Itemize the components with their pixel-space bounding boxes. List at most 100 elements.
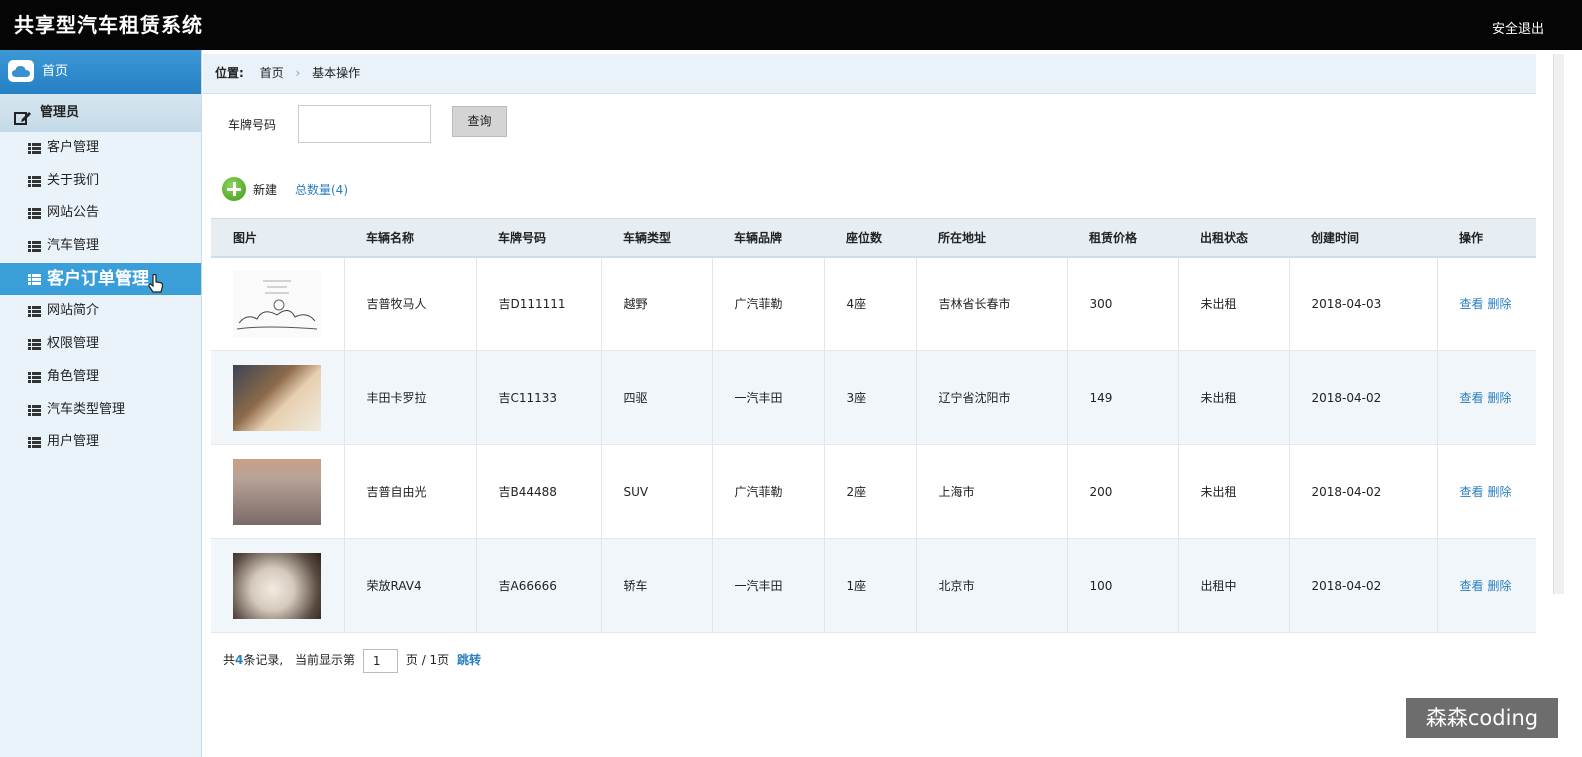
sidebar-item-car-types[interactable]: 汽车类型管理 — [0, 394, 201, 427]
breadcrumb-home[interactable]: 首页 — [260, 66, 284, 80]
page-number-input[interactable]: 1 — [362, 648, 398, 673]
sidebar-item-site-intro[interactable]: 网站简介 — [0, 295, 201, 328]
app-title: 共享型汽车租赁系统 — [14, 13, 203, 37]
view-link[interactable]: 查看 — [1460, 579, 1484, 593]
sidebar-home[interactable]: 首页 — [0, 50, 201, 94]
delete-link[interactable]: 删除 — [1488, 297, 1512, 311]
car-status: 出租中 — [1178, 538, 1290, 633]
pager-page-suffix: 页 / 1页 — [405, 653, 450, 667]
breadcrumb-label: 位置: — [215, 66, 244, 80]
list-icon — [28, 273, 41, 285]
column-header: 出租状态 — [1178, 218, 1289, 258]
car-photo — [233, 458, 321, 525]
cloud-icon — [8, 60, 34, 82]
sidebar-item-label: 用户管理 — [47, 434, 100, 450]
list-icon — [28, 241, 41, 253]
vertical-scrollbar[interactable] — [1553, 54, 1564, 594]
car-price: 200 — [1067, 444, 1179, 539]
car-status: 未出租 — [1178, 256, 1290, 351]
table-row: 吉普自由光 吉B44488 SUV 广汽菲勒 2座 上海市 200 未出租 20… — [211, 444, 1536, 539]
sidebar-item-users[interactable]: 用户管理 — [0, 426, 201, 459]
sidebar-item-notices[interactable]: 网站公告 — [0, 197, 201, 230]
table-header-row: 图片 车辆名称 车牌号码 车辆类型 车辆品牌 座位数 所在地址 租赁价格 出租状… — [211, 218, 1536, 258]
car-brand: 广汽菲勒 — [712, 256, 825, 351]
view-link[interactable]: 查看 — [1460, 297, 1484, 311]
list-icon — [28, 339, 41, 351]
table-row: 丰田卡罗拉 吉C11133 四驱 一汽丰田 3座 辽宁省沈阳市 149 未出租 … — [211, 350, 1536, 445]
column-header: 创建时间 — [1289, 218, 1437, 258]
search-button[interactable]: 查询 — [452, 106, 507, 137]
sidebar-item-orders[interactable]: 客户订单管理 — [0, 262, 201, 296]
sidebar-item-label: 客户订单管理 — [47, 268, 149, 289]
sidebar-item-roles[interactable]: 角色管理 — [0, 361, 201, 394]
car-seats: 2座 — [824, 444, 917, 539]
sidebar-item-permissions[interactable]: 权限管理 — [0, 328, 201, 361]
sidebar-item-label: 网站简介 — [47, 303, 100, 319]
main-content: 位置: 首页 › 基本操作 车牌号码 查询 新建 总数量(4) 图片 车辆名称 … — [203, 50, 1536, 757]
car-name: 荣放RAV4 — [344, 538, 477, 633]
sidebar-admin-header[interactable]: 管理员 — [0, 94, 201, 132]
sidebar-item-customers[interactable]: 客户管理 — [0, 132, 201, 165]
car-brand: 广汽菲勒 — [712, 444, 825, 539]
delete-link[interactable]: 删除 — [1488, 579, 1512, 593]
breadcrumb-separator-icon: › — [295, 66, 301, 80]
car-photo-cell — [211, 444, 345, 539]
car-address: 辽宁省沈阳市 — [916, 350, 1068, 445]
table-row: 吉普牧马人 吉D111111 越野 广汽菲勒 4座 吉林省长春市 300 未出租… — [211, 256, 1536, 351]
car-created: 2018-04-02 — [1289, 350, 1438, 445]
breadcrumb-current: 基本操作 — [312, 66, 361, 80]
logout-link[interactable]: 安全退出 — [1492, 18, 1544, 37]
car-status: 未出租 — [1178, 350, 1290, 445]
view-link[interactable]: 查看 — [1460, 391, 1484, 405]
row-actions: 查看 删除 — [1437, 256, 1536, 351]
list-icon — [28, 404, 41, 416]
sidebar-item-label: 汽车类型管理 — [47, 401, 126, 417]
plus-circle-icon — [222, 177, 246, 201]
list-icon — [28, 208, 41, 220]
car-photo — [233, 552, 321, 619]
car-plate: 吉D111111 — [476, 256, 602, 351]
list-icon — [28, 306, 41, 318]
car-photo-cell — [211, 256, 345, 351]
car-brand: 一汽丰田 — [712, 350, 825, 445]
sidebar-item-about[interactable]: 关于我们 — [0, 165, 201, 198]
sidebar-item-label: 网站公告 — [47, 205, 100, 221]
car-name: 吉普牧马人 — [344, 256, 477, 351]
car-price: 149 — [1067, 350, 1179, 445]
pager-current-prefix: 当前显示第 — [295, 653, 356, 667]
view-link[interactable]: 查看 — [1460, 485, 1484, 499]
car-price: 300 — [1067, 256, 1179, 351]
delete-link[interactable]: 删除 — [1488, 391, 1512, 405]
column-header: 租赁价格 — [1067, 218, 1178, 258]
car-photo-cell — [211, 350, 345, 445]
car-address: 北京市 — [916, 538, 1068, 633]
plate-search-input[interactable] — [298, 105, 431, 143]
car-type: 越野 — [601, 256, 713, 351]
car-photo-cell — [211, 538, 345, 633]
list-icon — [28, 175, 41, 187]
car-address: 上海市 — [916, 444, 1068, 539]
column-header: 图片 — [211, 218, 344, 258]
list-icon — [28, 371, 41, 383]
car-seats: 4座 — [824, 256, 917, 351]
car-brand: 一汽丰田 — [712, 538, 825, 633]
jump-link[interactable]: 跳转 — [457, 653, 481, 667]
car-photo — [233, 364, 321, 431]
plate-search-label: 车牌号码 — [228, 118, 277, 132]
car-name: 吉普自由光 — [344, 444, 477, 539]
sidebar-item-label: 客户管理 — [47, 140, 100, 155]
car-created: 2018-04-02 — [1289, 444, 1438, 539]
row-actions: 查看 删除 — [1437, 538, 1536, 633]
car-name: 丰田卡罗拉 — [344, 350, 477, 445]
car-status: 未出租 — [1178, 444, 1290, 539]
watermark-overlay: 森森coding — [1406, 698, 1558, 738]
new-button-label: 新建 — [253, 183, 278, 197]
total-count-link[interactable]: 总数量(4) — [295, 181, 348, 198]
sidebar-item-cars[interactable]: 汽车管理 — [0, 230, 201, 263]
top-bar: 共享型汽车租赁系统 安全退出 — [0, 0, 1582, 50]
breadcrumb: 位置: 首页 › 基本操作 — [203, 54, 1536, 94]
delete-link[interactable]: 删除 — [1488, 485, 1512, 499]
column-header: 车牌号码 — [476, 218, 601, 258]
column-header: 座位数 — [824, 218, 916, 258]
sidebar-item-label: 权限管理 — [47, 336, 100, 352]
